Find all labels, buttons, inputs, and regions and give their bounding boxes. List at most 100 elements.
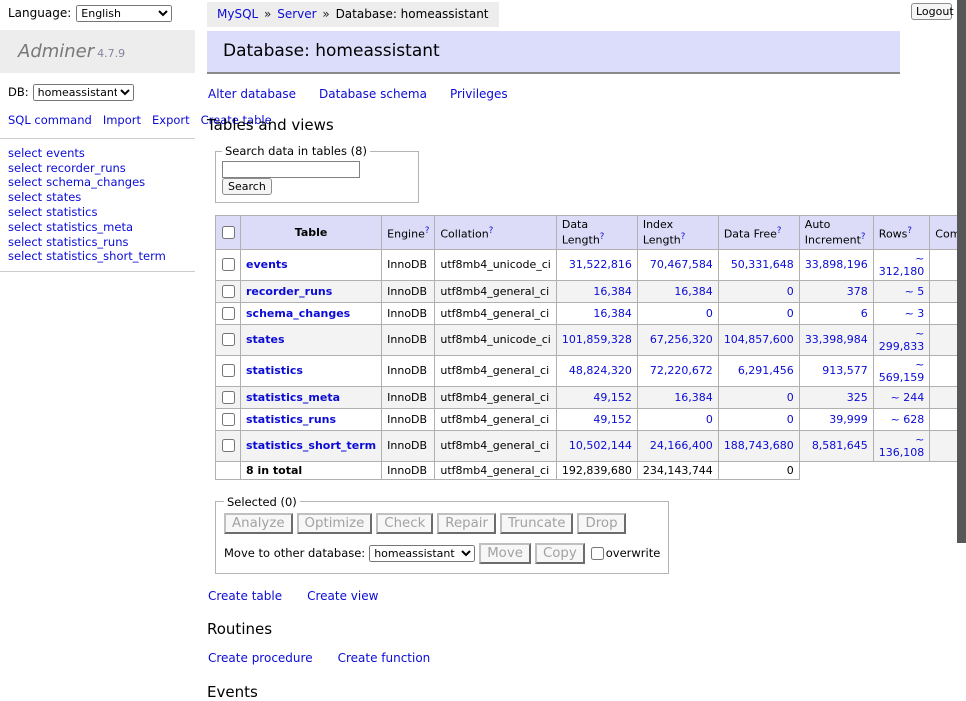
cell-auto-increment[interactable]: 378	[799, 280, 873, 302]
search-input[interactable]	[222, 161, 360, 178]
cell-rows[interactable]: ~ 5	[873, 280, 929, 302]
drop-button[interactable]: Drop	[577, 513, 625, 534]
table-link-events[interactable]: events	[246, 258, 288, 271]
help-link[interactable]: ?	[600, 232, 605, 242]
cell-data-length[interactable]: 49,152	[556, 408, 637, 430]
move-button[interactable]: Move	[479, 543, 531, 564]
cell-data-length[interactable]: 31,522,816	[556, 249, 637, 280]
row-checkbox[interactable]	[222, 258, 235, 271]
cell-index-length[interactable]: 67,256,320	[637, 324, 718, 355]
cell-rows[interactable]: ~ 628	[873, 408, 929, 430]
cell-data-free[interactable]: 188,743,680	[718, 430, 799, 461]
analyze-button[interactable]: Analyze	[224, 513, 293, 534]
sidebar-table-link-events[interactable]: events	[46, 146, 85, 160]
sidebar-table-link-statistics-short-term[interactable]: statistics_short_term	[46, 249, 166, 263]
database-schema-link[interactable]: Database schema	[319, 87, 427, 101]
cell-index-length[interactable]: 0	[637, 302, 718, 324]
overwrite-checkbox[interactable]	[591, 547, 604, 560]
alter-database-link[interactable]: Alter database	[208, 87, 296, 101]
sidebar-table-link-schema-changes[interactable]: schema_changes	[46, 175, 145, 189]
table-link-statistics-meta[interactable]: statistics_meta	[246, 391, 340, 404]
row-checkbox[interactable]	[222, 307, 235, 320]
table-link-statistics-runs[interactable]: statistics_runs	[246, 413, 336, 426]
table-link-recorder-runs[interactable]: recorder_runs	[246, 285, 332, 298]
sidebar-select-link[interactable]: select	[8, 249, 42, 263]
truncate-button[interactable]: Truncate	[500, 513, 573, 534]
cell-auto-increment[interactable]: 325	[799, 386, 873, 408]
cell-auto-increment[interactable]: 6	[799, 302, 873, 324]
sidebar-select-link[interactable]: select	[8, 235, 42, 249]
vertical-scrollbar[interactable]	[957, 0, 966, 543]
cell-index-length[interactable]: 16,384	[637, 386, 718, 408]
cell-index-length[interactable]: 24,166,400	[637, 430, 718, 461]
row-checkbox[interactable]	[222, 439, 235, 452]
row-checkbox[interactable]	[222, 413, 235, 426]
move-db-select[interactable]: homeassistant	[369, 545, 475, 562]
row-checkbox[interactable]	[222, 285, 235, 298]
cell-rows[interactable]: ~ 299,833	[873, 324, 929, 355]
sidebar-select-link[interactable]: select	[8, 161, 42, 175]
repair-button[interactable]: Repair	[437, 513, 496, 534]
cell-auto-increment[interactable]: 913,577	[799, 355, 873, 386]
cell-data-free[interactable]: 104,857,600	[718, 324, 799, 355]
language-select[interactable]: English	[76, 5, 172, 22]
help-link[interactable]: ?	[907, 226, 912, 236]
app-name[interactable]: Adminer	[18, 41, 94, 62]
cell-auto-increment[interactable]: 33,898,196	[799, 249, 873, 280]
cell-data-free[interactable]: 0	[718, 280, 799, 302]
create-function-link[interactable]: Create function	[338, 651, 431, 665]
cell-index-length[interactable]: 16,384	[637, 280, 718, 302]
cell-data-length[interactable]: 16,384	[556, 280, 637, 302]
sidebar-select-link[interactable]: select	[8, 190, 42, 204]
cell-index-length[interactable]: 70,467,584	[637, 249, 718, 280]
cell-data-length[interactable]: 16,384	[556, 302, 637, 324]
sidebar-table-link-statistics[interactable]: statistics	[46, 205, 97, 219]
row-checkbox[interactable]	[222, 364, 235, 377]
logout-button[interactable]: Logout	[911, 3, 952, 20]
cell-auto-increment[interactable]: 8,581,645	[799, 430, 873, 461]
create-view-link[interactable]: Create view	[307, 589, 378, 603]
help-link[interactable]: ?	[681, 232, 686, 242]
db-select[interactable]: homeassistant	[33, 84, 134, 101]
cell-auto-increment[interactable]: 33,398,984	[799, 324, 873, 355]
optimize-button[interactable]: Optimize	[297, 513, 373, 534]
select-all-checkbox[interactable]	[222, 226, 235, 239]
table-link-statistics-short-term[interactable]: statistics_short_term	[246, 439, 376, 452]
sidebar-table-link-statistics-runs[interactable]: statistics_runs	[46, 235, 128, 249]
sidebar-link-export[interactable]: Export	[152, 113, 190, 127]
cell-data-free[interactable]: 0	[718, 302, 799, 324]
table-link-schema-changes[interactable]: schema_changes	[246, 307, 350, 320]
sidebar-table-link-recorder-runs[interactable]: recorder_runs	[46, 161, 126, 175]
table-link-statistics[interactable]: statistics	[246, 364, 303, 377]
cell-index-length[interactable]: 72,220,672	[637, 355, 718, 386]
cell-rows[interactable]: ~ 244	[873, 386, 929, 408]
sidebar-table-link-states[interactable]: states	[46, 190, 81, 204]
cell-rows[interactable]: ~ 312,180	[873, 249, 929, 280]
sidebar-select-link[interactable]: select	[8, 146, 42, 160]
cell-auto-increment[interactable]: 39,999	[799, 408, 873, 430]
row-checkbox[interactable]	[222, 333, 235, 346]
cell-rows[interactable]: ~ 569,159	[873, 355, 929, 386]
privileges-link[interactable]: Privileges	[450, 87, 508, 101]
cell-data-free[interactable]: 6,291,456	[718, 355, 799, 386]
sidebar-link-import[interactable]: Import	[103, 113, 141, 127]
create-table-link[interactable]: Create table	[208, 589, 282, 603]
help-link[interactable]: ?	[861, 232, 866, 242]
cell-data-free[interactable]: 50,331,648	[718, 249, 799, 280]
sidebar-link-sql-command[interactable]: SQL command	[8, 113, 92, 127]
cell-rows[interactable]: ~ 3	[873, 302, 929, 324]
cell-index-length[interactable]: 0	[637, 408, 718, 430]
sidebar-select-link[interactable]: select	[8, 175, 42, 189]
cell-data-free[interactable]: 0	[718, 386, 799, 408]
cell-data-length[interactable]: 10,502,144	[556, 430, 637, 461]
help-link[interactable]: ?	[489, 226, 494, 236]
cell-data-length[interactable]: 101,859,328	[556, 324, 637, 355]
search-button[interactable]: Search	[222, 178, 272, 195]
check-button[interactable]: Check	[376, 513, 433, 534]
breadcrumb-server-link[interactable]: Server	[277, 7, 316, 21]
cell-data-free[interactable]: 0	[718, 408, 799, 430]
app-version[interactable]: 4.7.9	[97, 47, 125, 60]
sidebar-table-link-statistics-meta[interactable]: statistics_meta	[46, 220, 133, 234]
row-checkbox[interactable]	[222, 391, 235, 404]
cell-data-length[interactable]: 49,152	[556, 386, 637, 408]
